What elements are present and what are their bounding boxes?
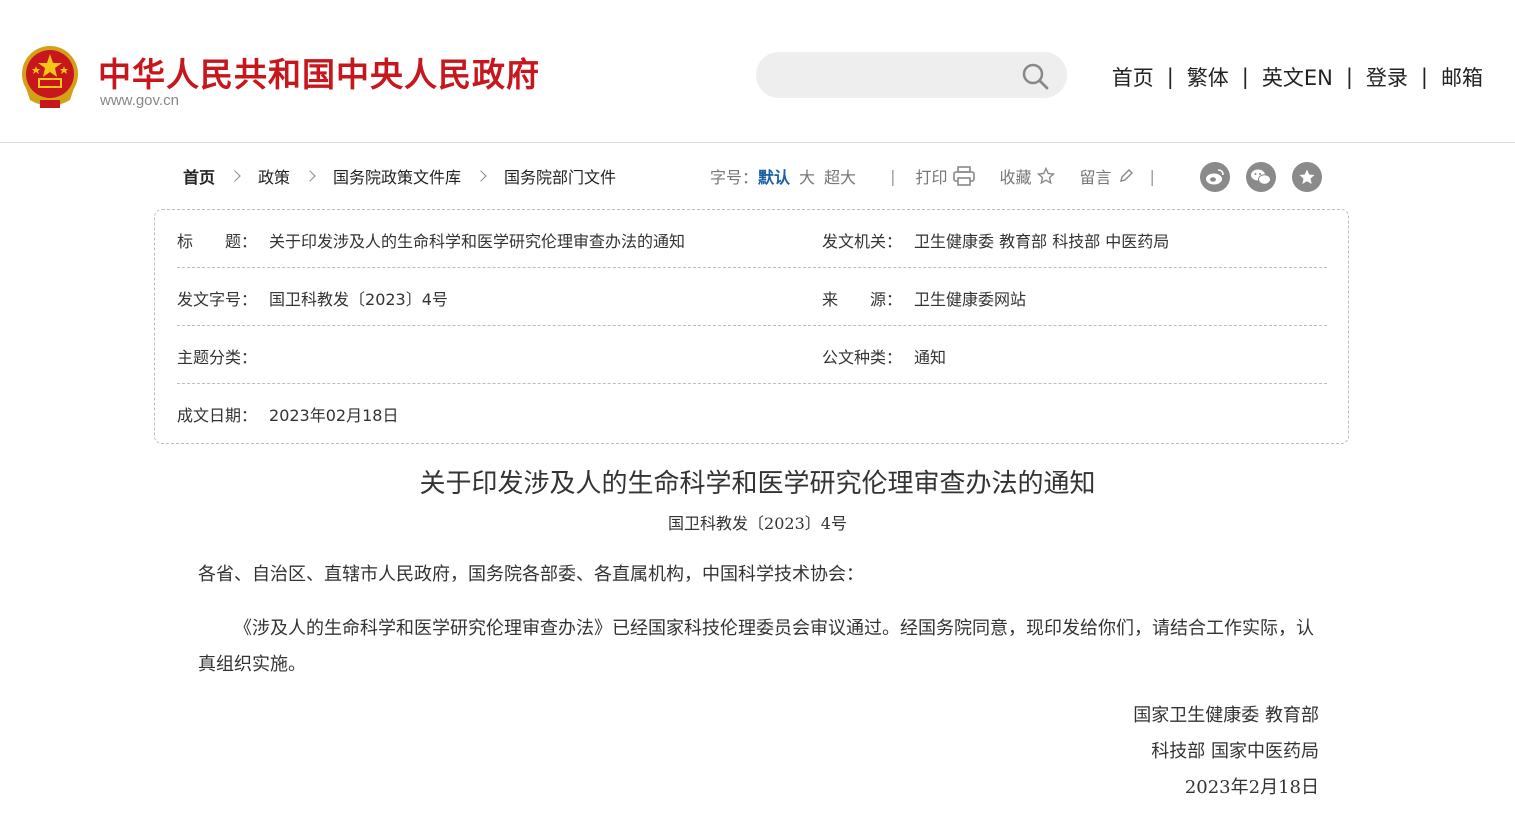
meta-topic-label: 主题分类： <box>177 348 258 367</box>
site-title[interactable]: 中华人民共和国中央人民政府 <box>98 48 540 96</box>
breadcrumb-department-docs[interactable]: 国务院部门文件 <box>504 164 616 188</box>
meta-title: 标 题： 关于印发涉及人的生命科学和医学研究伦理审查办法的通知 <box>177 228 685 252</box>
tools-separator: | <box>890 166 896 186</box>
meta-source-value: 卫生健康委网站 <box>914 290 1027 309</box>
favorite-share-button[interactable] <box>1292 162 1322 192</box>
comment-button[interactable]: 留言 <box>1079 164 1133 188</box>
meta-issuer: 发文机关： 卫生健康委 教育部 科技部 中医药局 <box>822 228 1169 252</box>
meta-topic: 主题分类： <box>177 344 269 368</box>
breadcrumb-home[interactable]: 首页 <box>183 164 215 188</box>
nav-english[interactable]: 英文EN <box>1262 62 1333 92</box>
chevron-right-icon <box>475 170 487 182</box>
star-icon <box>1037 167 1056 185</box>
article-title: 关于印发涉及人的生命科学和医学研究伦理审查办法的通知 <box>419 469 1096 499</box>
meta-row: 成文日期： 2023年02月18日 <box>177 384 1327 442</box>
nav-separator: | <box>1166 65 1174 89</box>
meta-doc-type-label: 公文种类： <box>822 348 903 367</box>
chevron-right-icon <box>229 170 241 182</box>
breadcrumb-policy[interactable]: 政策 <box>258 164 290 188</box>
meta-issuer-value: 卫生健康委 教育部 科技部 中医药局 <box>914 232 1170 251</box>
nav-traditional[interactable]: 繁体 <box>1187 62 1229 92</box>
tools-separator: | <box>1149 166 1155 186</box>
meta-title-value: 关于印发涉及人的生命科学和医学研究伦理审查办法的通知 <box>269 232 686 251</box>
print-button[interactable]: 打印 <box>915 164 976 188</box>
search-icon[interactable] <box>1021 62 1049 90</box>
meta-doc-type-value: 通知 <box>914 348 947 367</box>
meta-doc-no: 发文字号： 国卫科教发〔2023〕4号 <box>177 286 448 310</box>
font-size-label: 字号： <box>710 168 759 187</box>
wechat-share-button[interactable] <box>1246 162 1276 192</box>
search-input[interactable] <box>778 60 1018 90</box>
article-salutation: 各省、自治区、直辖市人民政府，国务院各部委、各直属机构，中国科学技术协会： <box>198 564 864 585</box>
meta-title-label: 标 题： <box>177 232 258 251</box>
font-size-default[interactable]: 默认 <box>758 164 790 188</box>
meta-date: 成文日期： 2023年02月18日 <box>177 402 398 426</box>
meta-doc-type: 公文种类： 通知 <box>822 344 946 368</box>
site-url: www.gov.cn <box>100 92 179 109</box>
signature-date: 2023年2月18日 <box>1184 777 1319 798</box>
breadcrumb-policy-library[interactable]: 国务院政策文件库 <box>333 164 461 188</box>
favorite-label: 收藏 <box>999 168 1032 187</box>
comment-label: 留言 <box>1079 168 1112 187</box>
print-label: 打印 <box>915 168 948 187</box>
meta-row: 主题分类： 公文种类： 通知 <box>177 326 1327 384</box>
meta-date-label: 成文日期： <box>177 406 258 425</box>
weibo-icon <box>1206 169 1224 185</box>
favorite-button[interactable]: 收藏 <box>999 164 1056 188</box>
document-meta-box: 标 题： 关于印发涉及人的生命科学和医学研究伦理审查办法的通知 发文机关： 卫生健康… <box>154 209 1349 444</box>
article-body: 《涉及人的生命科学和医学研究伦理审查办法》已经国家科技伦理委员会审议通过。经国务… <box>198 618 1314 675</box>
meta-date-value: 2023年02月18日 <box>269 406 399 425</box>
weibo-share-button[interactable] <box>1200 162 1230 192</box>
font-size-xlarge[interactable]: 超大 <box>824 164 856 188</box>
nav-home[interactable]: 首页 <box>1112 62 1154 92</box>
meta-row: 标 题： 关于印发涉及人的生命科学和医学研究伦理审查办法的通知 发文机关： 卫生健康… <box>177 210 1327 268</box>
article-doc-number: 国卫科教发〔2023〕4号 <box>668 514 847 533</box>
meta-doc-no-label: 发文字号： <box>177 290 258 309</box>
chevron-right-icon <box>304 170 316 182</box>
site-header: 中华人民共和国中央人民政府 www.gov.cn 首页 | 繁体 | 英文EN … <box>0 0 1515 143</box>
printer-icon <box>953 166 976 186</box>
meta-doc-no-value: 国卫科教发〔2023〕4号 <box>269 290 448 309</box>
signature-line-2: 科技部 国家中医药局 <box>1151 741 1319 762</box>
nav-separator: | <box>1420 65 1428 89</box>
nav-separator: | <box>1241 65 1249 89</box>
meta-source: 来 源： 卫生健康委网站 <box>822 286 1026 310</box>
favorite-star-icon <box>1299 169 1315 184</box>
search-box <box>756 52 1067 98</box>
meta-issuer-label: 发文机关： <box>822 232 903 251</box>
pencil-icon <box>1119 169 1133 182</box>
top-nav: 首页 | 繁体 | 英文EN | 登录 | 邮箱 <box>1112 62 1483 92</box>
nav-mail[interactable]: 邮箱 <box>1441 62 1483 92</box>
article-tools: 字号： 默认 大 超大 | 打印 收藏 留言 | <box>710 164 1155 188</box>
breadcrumb: 首页 政策 国务院政策文件库 国务院部门文件 <box>183 164 616 188</box>
signature-line-1: 国家卫生健康委 教育部 <box>1133 705 1319 726</box>
meta-row: 发文字号： 国卫科教发〔2023〕4号 来 源： 卫生健康委网站 <box>177 268 1327 326</box>
font-size-large[interactable]: 大 <box>799 164 815 188</box>
nav-login[interactable]: 登录 <box>1366 62 1408 92</box>
meta-source-label: 来 源： <box>822 290 903 309</box>
nav-separator: | <box>1345 65 1353 89</box>
wechat-icon <box>1251 169 1271 185</box>
national-emblem-logo[interactable] <box>20 44 80 110</box>
